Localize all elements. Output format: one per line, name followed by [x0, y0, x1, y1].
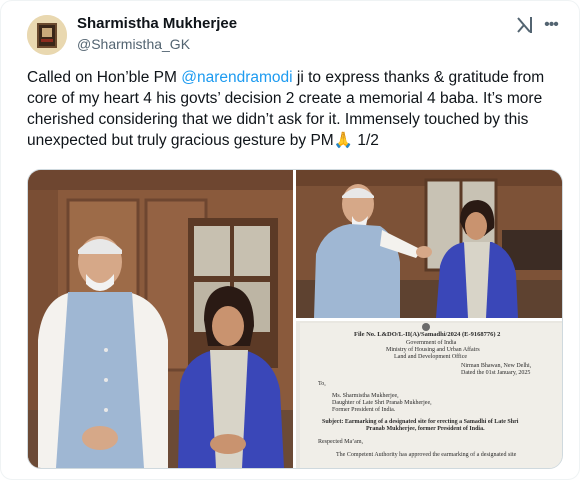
- mention-link[interactable]: @narendramodi: [181, 69, 292, 86]
- pray-emoji: 🙏: [333, 132, 354, 149]
- avatar-image: [27, 15, 67, 55]
- thread-counter: 1/2: [353, 132, 379, 149]
- letter-office: Land and Development Office: [394, 354, 468, 360]
- tweet-text: Called on Hon’ble PM @narendramodi ji to…: [27, 67, 567, 151]
- author-name[interactable]: Sharmistha Mukherjee: [77, 15, 237, 32]
- letter-to: To,: [318, 381, 326, 387]
- letter-address-line: Daughter of Late Shri Pranab Mukherjee,: [332, 400, 432, 406]
- letter-address-line: Former President of India.: [332, 407, 396, 413]
- tweet-text-part: Called on Hon’ble PM: [27, 69, 182, 86]
- avatar[interactable]: [27, 15, 67, 55]
- author-handle[interactable]: @Sharmistha_GK: [77, 36, 190, 52]
- letter-document: File No. L&DO/L-II(A)/Samadhi/2024 (E-91…: [296, 321, 562, 468]
- letter-file-no: File No. L&DO/L-II(A)/Samadhi/2024 (E-91…: [354, 331, 501, 338]
- letter-body: The Competent Authority has approved the…: [336, 452, 517, 458]
- photo-letter[interactable]: File No. L&DO/L-II(A)/Samadhi/2024 (E-91…: [296, 321, 562, 468]
- more-icon[interactable]: •••: [541, 15, 561, 35]
- grok-icon[interactable]: [515, 15, 535, 35]
- photo-conversation[interactable]: [296, 170, 562, 318]
- letter-subject: Subject: Earmarking of a designated site…: [322, 419, 519, 425]
- media-grid: File No. L&DO/L-II(A)/Samadhi/2024 (E-91…: [27, 169, 563, 469]
- letter-subject: Pranab Mukherjee, former President of In…: [366, 426, 485, 432]
- letter-date: Dated the 01st January, 2025: [461, 370, 531, 376]
- letter-address-line: Ms. Sharmistha Mukherjee,: [332, 393, 399, 399]
- letter-place: Nirman Bhawan, New Delhi,: [461, 363, 532, 369]
- letter-ministry: Ministry of Housing and Urban Affairs: [386, 347, 480, 353]
- photo-portrait[interactable]: [28, 170, 293, 468]
- tweet-card: Sharmistha Mukherjee @Sharmistha_GK ••• …: [0, 0, 580, 480]
- letter-gov: Government of India: [406, 340, 457, 346]
- letter-salutation: Respected Ma’am,: [318, 439, 363, 445]
